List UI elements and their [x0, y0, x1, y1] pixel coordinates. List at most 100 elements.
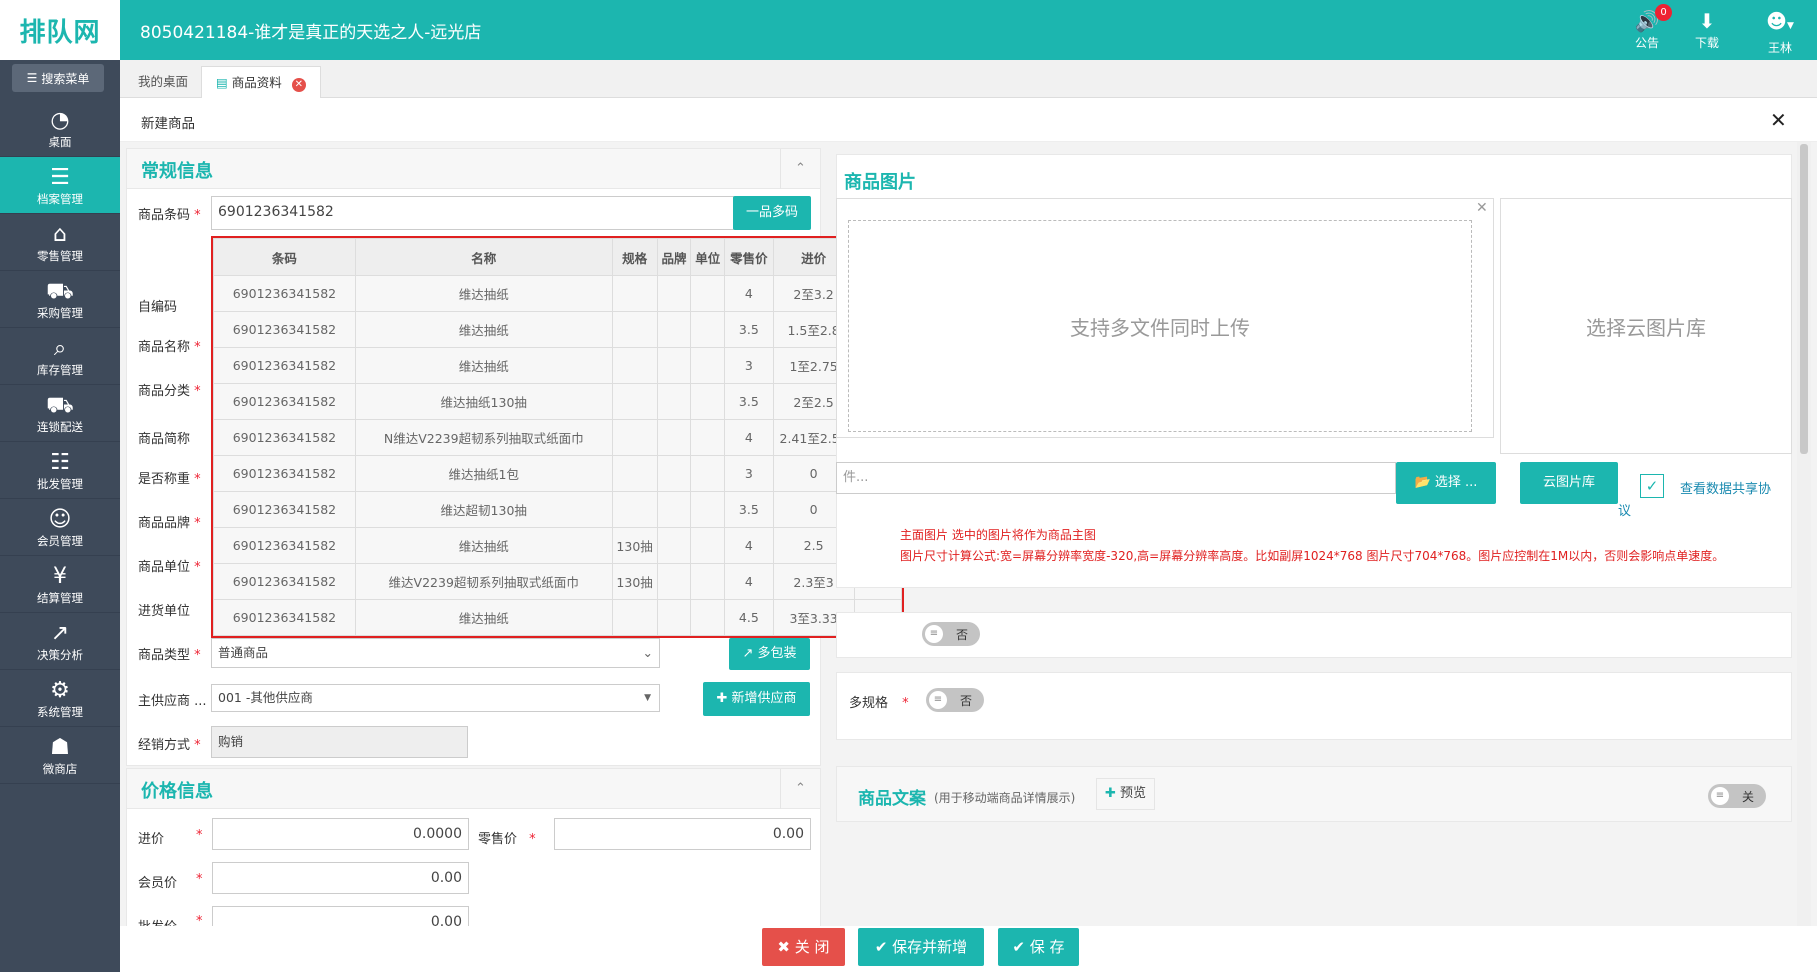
table-cell: 6901236341582: [213, 491, 356, 528]
modal-header: [120, 98, 1817, 142]
dashboard-icon: ◔: [50, 108, 70, 133]
check-icon: ✔: [1012, 938, 1025, 956]
table-row[interactable]: 6901236341582维达抽纸42至3.231%: [213, 275, 902, 312]
table-cell: [656, 347, 692, 384]
wholesale-price-input[interactable]: 0.00: [212, 906, 469, 928]
picture-title: 商品图片: [844, 172, 916, 193]
chart-icon: ↗: [50, 621, 70, 646]
supplier-select[interactable]: 001 -其他供应商 ▼: [211, 684, 660, 712]
table-cell: [690, 491, 726, 528]
table-cell: 4.5: [724, 599, 774, 636]
copywriting-subtitle: (用于移动端商品详情展示): [934, 791, 1076, 805]
table-cell: 6901236341582: [213, 311, 356, 348]
inventory-icon: ⌕: [53, 336, 67, 361]
close-button[interactable]: ✖ 关 闭: [762, 928, 845, 966]
sidebar-item-6[interactable]: ☷ 批发管理: [0, 442, 120, 499]
table-row[interactable]: 6901236341582维达抽纸130抽42.53%: [213, 527, 902, 564]
caret-down-icon: ▼: [644, 693, 651, 703]
table-cell: [611, 491, 658, 528]
archive-icon: ☰: [50, 165, 70, 190]
file-path-input[interactable]: 件...: [836, 462, 1396, 494]
table-cell: [656, 311, 692, 348]
share-agreement-checkbox[interactable]: ✓: [1640, 474, 1664, 498]
table-cell: [656, 419, 692, 456]
table-row[interactable]: 6901236341582 N维达V2239超韧系列抽取式纸面巾 4 2.41至2.5…: [213, 419, 902, 456]
upload-dropzone[interactable]: 支持多文件同时上传: [848, 220, 1472, 432]
table-row[interactable]: 6901236341582维达抽纸130抽3.52至2.56%: [213, 383, 902, 420]
cloud-gallery-box[interactable]: 选择云图片库: [1500, 198, 1792, 454]
type-select[interactable]: 普通商品 ⌄: [211, 638, 660, 668]
collapse-icon[interactable]: ⌃: [780, 769, 820, 809]
save-button[interactable]: ✔ 保 存: [998, 928, 1079, 966]
price-info-title: 价格信息: [141, 781, 213, 802]
select-file-button[interactable]: 📂 选择 ...: [1396, 462, 1496, 504]
sidebar-item-label: 档案管理: [37, 192, 83, 206]
table-cell: 维达抽纸: [354, 275, 613, 312]
table-cell: 3.5: [724, 311, 774, 348]
multi-spec-toggle[interactable]: ≡ 否: [926, 688, 984, 712]
share-agreement-link[interactable]: 查看数据共享协: [1680, 478, 1771, 497]
multi-pack-button[interactable]: ↗ 多包装: [729, 638, 810, 670]
sidebar-item-label: 批发管理: [37, 477, 83, 491]
share-agreement-link-cont[interactable]: 议: [1618, 500, 1631, 519]
table-cell: 维达V2239超韧系列抽取式纸面巾: [354, 563, 613, 600]
scrollbar-thumb[interactable]: [1800, 144, 1808, 454]
table-cell: 4: [724, 563, 774, 600]
table-row[interactable]: 6901236341582 维达V2239超韧系列抽取式纸面巾 130抽 4 2.3至3…: [213, 563, 902, 600]
collapse-icon[interactable]: ⌃: [780, 149, 820, 189]
sales-mode-field[interactable]: 购销: [211, 726, 468, 758]
sidebar-item-3[interactable]: ⛟ 采购管理: [0, 271, 120, 328]
sidebar-item-9[interactable]: ↗ 决策分析: [0, 613, 120, 670]
retail-price-input[interactable]: 0.00: [554, 818, 811, 850]
table-cell: 维达抽纸: [354, 527, 613, 564]
table-row[interactable]: 6901236341582维达超韧130抽3.503%: [213, 491, 902, 528]
sidebar-item-7[interactable]: ☺ 会员管理: [0, 499, 120, 556]
close-icon[interactable]: ✕: [1476, 200, 1488, 216]
sidebar-item-11[interactable]: ☗ 微商店: [0, 727, 120, 784]
sidebar-item-4[interactable]: ⌕ 库存管理: [0, 328, 120, 385]
user-menu[interactable]: ☻▼ 王林: [1755, 8, 1805, 56]
column-header: 规格: [611, 238, 658, 276]
download-icon: ⬇: [1698, 9, 1716, 33]
new-supplier-button[interactable]: ✚ 新增供应商: [703, 682, 810, 716]
download-button[interactable]: ⬇ 下载: [1685, 8, 1729, 51]
multi-code-button[interactable]: 一品多码: [733, 196, 811, 230]
purchase-price-input[interactable]: 0.0000: [212, 818, 469, 850]
sidebar-item-8[interactable]: ¥ 结算管理: [0, 556, 120, 613]
save-and-new-button[interactable]: ✔ 保存并新增: [858, 928, 984, 966]
modal-close-icon[interactable]: ✕: [1770, 108, 1787, 132]
member-price-input[interactable]: 0.00: [212, 862, 469, 894]
search-menu-button[interactable]: ☰ 搜索菜单: [12, 64, 104, 92]
table-cell: 6901236341582: [213, 383, 356, 420]
sidebar-item-5[interactable]: ⛟ 连锁配送: [0, 385, 120, 442]
download-label: 下载: [1694, 36, 1719, 50]
table-row[interactable]: 6901236341582维达抽纸31至2.7518%: [213, 347, 902, 384]
table-cell: [690, 455, 726, 492]
table-cell: 维达抽纸130抽: [354, 383, 613, 420]
table-cell: 6901236341582: [213, 347, 356, 384]
table-row[interactable]: 6901236341582维达抽纸4.53至3.333%: [213, 599, 902, 636]
sidebar-item-1[interactable]: ☰ 档案管理: [0, 157, 120, 214]
table-cell: [611, 419, 658, 456]
sidebar-item-0[interactable]: ◔ 桌面: [0, 100, 120, 157]
barcode-input[interactable]: 6901236341582: [211, 196, 734, 230]
multi-spec-label: 多规格 *: [849, 696, 909, 711]
column-header: 名称: [354, 238, 613, 276]
picture-note-main: 主面图片 选中的图片将作为商品主图: [900, 528, 1096, 542]
sidebar-item-label: 系统管理: [37, 705, 83, 719]
tab-goods-info[interactable]: ▤ 商品资料 ✕: [201, 66, 321, 98]
scrollbar[interactable]: [1797, 142, 1811, 932]
column-header: 单位: [690, 238, 726, 276]
close-icon[interactable]: ✕: [291, 78, 306, 92]
copywriting-toggle[interactable]: ≡ 关: [1708, 784, 1766, 808]
purchase-unit-label: 进货单位: [138, 604, 191, 619]
tab-my-desktop[interactable]: 我的桌面: [124, 66, 202, 98]
picture-note-size: 图片尺寸计算公式:宽=屏幕分辨率宽度-320,高=屏幕分辨率高度。比如副屏102…: [900, 549, 1725, 563]
table-row[interactable]: 6901236341582维达抽纸1包303%: [213, 455, 902, 492]
sidebar-item-2[interactable]: ⌂ 零售管理: [0, 214, 120, 271]
option-toggle[interactable]: ≡ 否: [922, 622, 980, 646]
preview-button[interactable]: ✚ 预览: [1096, 778, 1156, 810]
table-row[interactable]: 6901236341582维达抽纸3.51.5至2.820%: [213, 311, 902, 348]
sidebar-item-10[interactable]: ⚙ 系统管理: [0, 670, 120, 727]
cloud-gallery-button[interactable]: 云图片库: [1520, 462, 1618, 504]
